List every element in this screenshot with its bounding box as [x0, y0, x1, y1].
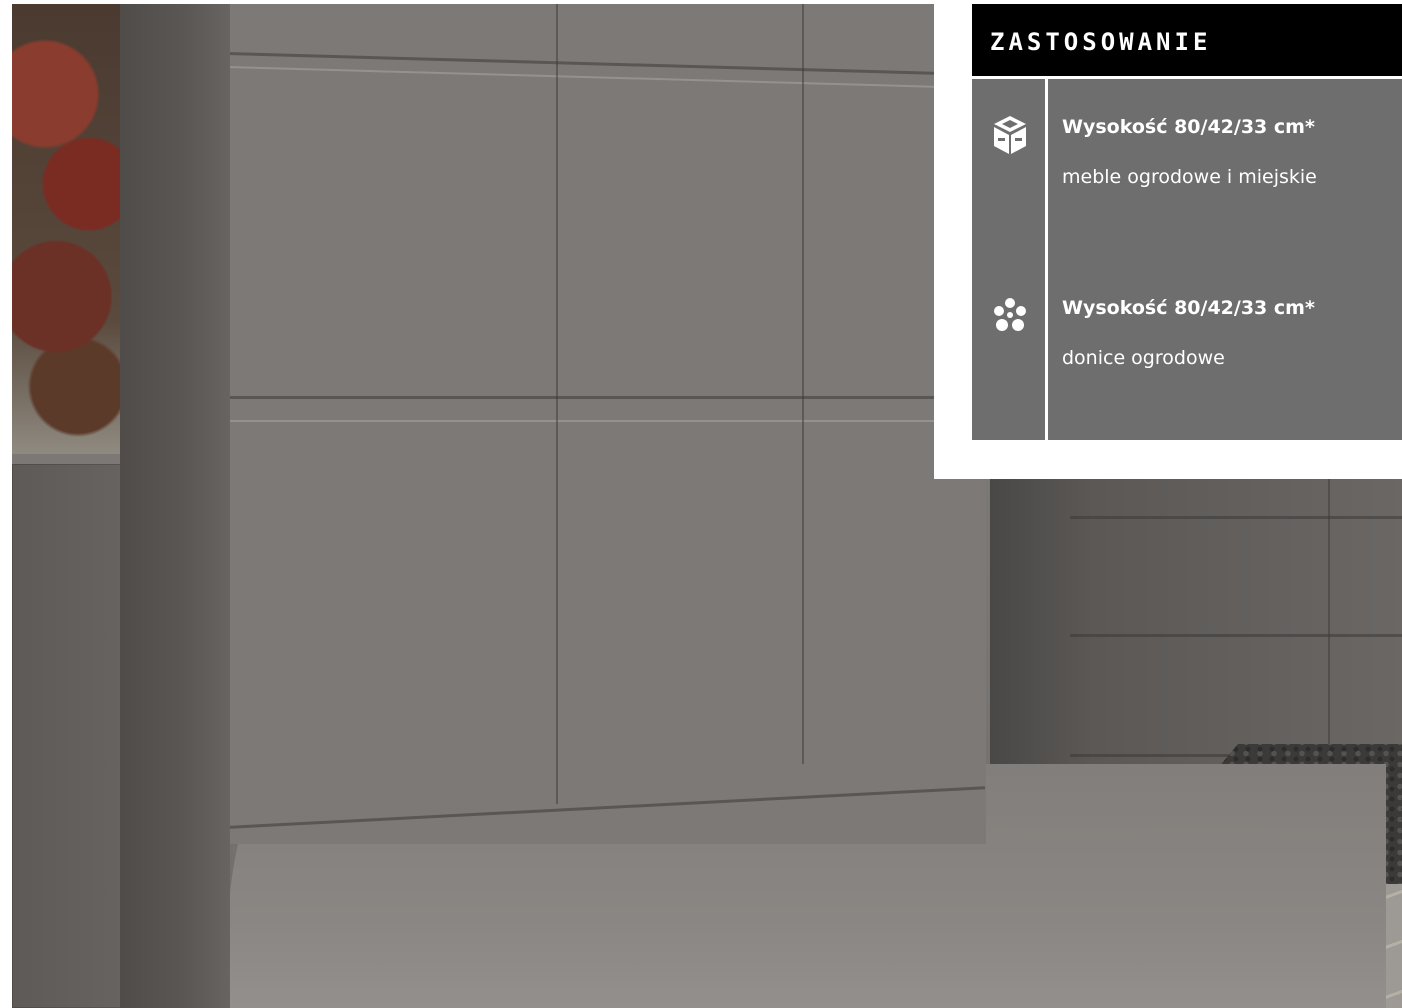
flower-icon	[990, 295, 1030, 339]
item-title: Wysokość 80/42/33 cm*	[1062, 116, 1315, 138]
left-wall-block	[12, 464, 122, 1008]
shrub	[12, 4, 122, 454]
item-description: meble ogrodowe i miejskie	[1062, 166, 1317, 188]
concrete-pillar	[120, 4, 230, 1008]
concrete-wall	[225, 4, 986, 844]
item-title: Wysokość 80/42/33 cm*	[1062, 297, 1315, 319]
item-description: donice ogrodowe	[1062, 347, 1225, 369]
info-panel-frame: ZASTOSOWANIE Wysokość 80/42/33 cm* meble…	[934, 0, 1402, 479]
panel-header: ZASTOSOWANIE	[972, 4, 1402, 79]
panel-title: ZASTOSOWANIE	[990, 28, 1212, 56]
panel-divider	[1045, 79, 1048, 440]
info-panel: ZASTOSOWANIE Wysokość 80/42/33 cm* meble…	[972, 4, 1402, 440]
bench-icon	[990, 114, 1030, 158]
